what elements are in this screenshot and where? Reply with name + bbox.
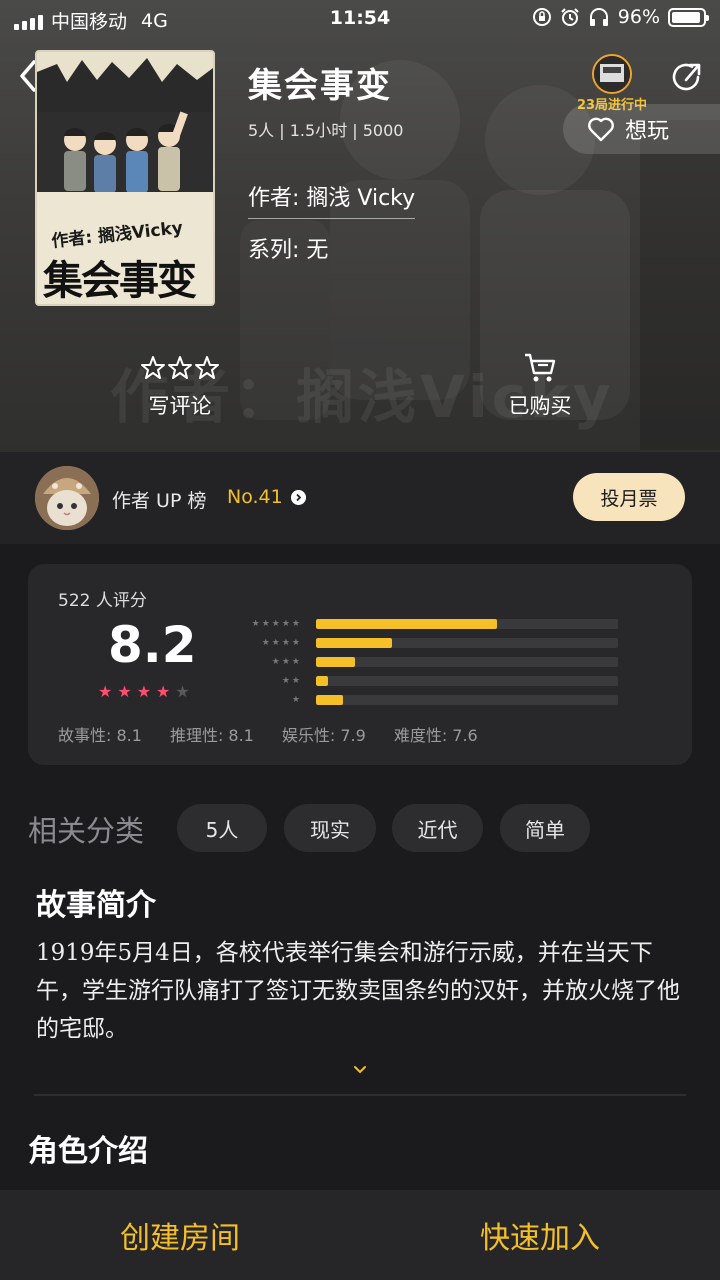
rating-bar-fill [316, 637, 392, 648]
category-tag[interactable]: 简单 [500, 804, 590, 852]
star-filled-icon: ★ [98, 682, 113, 701]
rating-bar-track [316, 618, 618, 629]
cart-icon [470, 352, 610, 384]
rating-bar-track [316, 656, 618, 667]
rating-bar-row: ★★★ [246, 652, 618, 671]
rating-bar-track [316, 675, 618, 686]
roles-title: 角色介绍 [28, 1134, 148, 1169]
rating-bar-track [316, 637, 618, 648]
star-filled-icon: ★ [156, 682, 171, 701]
write-review-label: 写评论 [148, 394, 212, 418]
rating-bar-stars: ★★ [281, 675, 302, 686]
rating-bar-fill [316, 618, 498, 629]
rating-count: 522 人评分 [58, 591, 147, 611]
star-rating-icon [110, 352, 250, 384]
up-ranking-number: No.41 [227, 486, 283, 508]
rating-bar-row: ★★★★ [246, 633, 618, 652]
rating-distribution: ★★★★★ ★★★★ ★★★ ★★ ★ [246, 614, 618, 709]
subscore-item: 故事性: 8.1 [58, 726, 142, 745]
subscore-item: 娱乐性: 7.9 [281, 726, 366, 745]
create-room-button[interactable]: 创建房间 [0, 1190, 360, 1280]
purchased-label: 已购买 [508, 394, 572, 418]
star-filled-icon: ★ [136, 682, 152, 701]
author-link[interactable]: 作者: 搁浅 Vicky [248, 180, 416, 219]
section-divider [34, 1094, 686, 1096]
alarm-icon [561, 8, 579, 26]
heart-icon [588, 117, 614, 142]
subscore-item: 难度性: 7.6 [393, 726, 478, 745]
quick-join-button[interactable]: 快速加入 [360, 1190, 720, 1280]
category-tag[interactable]: 近代 [392, 804, 483, 852]
live-avatar [592, 54, 632, 94]
rating-bar-stars: ★ [291, 694, 302, 705]
monthly-vote-button[interactable]: 投月票 [573, 473, 685, 521]
story-title: 故事简介 [36, 888, 156, 923]
series-label: 系列: 无 [248, 238, 329, 263]
star-empty-icon: ★ [175, 682, 190, 701]
game-meta: 5人 | 1.5小时 | 5000 [248, 121, 404, 140]
rating-bar-row: ★★ [246, 671, 618, 690]
write-review-button[interactable]: 写评论 [110, 352, 250, 420]
game-cover-image: 作者: 搁浅Vicky 集会事变 [35, 50, 215, 306]
status-bar: 中国移动 4G 11:54 96% [0, 0, 720, 38]
rating-card: 522 人评分 8.2 ★ ★ ★ ★ ★ ★★★★★ ★★★★ ★★★ ★★ ★ 故事性: 8… [28, 564, 692, 765]
subscore-item: 推理性: 8.1 [169, 726, 254, 745]
hero-header: 作者：搁浅Vicky 中国移动 4G 11:54 96% 作者: 搁浅Vicky… [0, 0, 720, 452]
category-tag[interactable]: 5人 [177, 804, 267, 852]
battery-icon [668, 7, 709, 27]
cover-title-text: 集会事变 [43, 258, 197, 304]
story-body: 1919年5月4日，各校代表举行集会和游行示威，并在当天下午，学生游行队痛打了签… [36, 940, 680, 1042]
up-ranking-label: 作者 UP 榜 [112, 490, 207, 512]
rating-stars: ★ ★ ★ ★ ★ [98, 682, 190, 701]
share-icon[interactable] [668, 58, 706, 96]
rating-bar-fill [316, 694, 344, 705]
expand-chevron-down-icon[interactable] [350, 1063, 370, 1077]
chevron-right-icon [291, 490, 306, 505]
rating-bar-stars: ★★★★ [261, 637, 302, 648]
star-filled-icon: ★ [117, 682, 132, 701]
game-title: 集会事变 [248, 66, 392, 106]
rating-bar-fill [316, 656, 356, 667]
purchased-button[interactable]: 已购买 [470, 352, 610, 420]
rating-bar-stars: ★★★ [271, 656, 302, 667]
rating-bar-row: ★ [246, 690, 618, 709]
rating-bar-stars: ★★★★★ [251, 618, 302, 629]
author-avatar[interactable] [35, 466, 99, 530]
rating-bar-row: ★★★★★ [246, 614, 618, 633]
want-to-play-button[interactable]: 想玩 [563, 104, 720, 154]
author-up-ranking-row[interactable]: 作者 UP 榜 No.41 投月票 [0, 452, 720, 544]
bottom-action-bar: 创建房间 快速加入 [0, 1190, 720, 1280]
want-to-play-label: 想玩 [625, 119, 670, 144]
categories-title: 相关分类 [28, 814, 145, 848]
rotation-lock-icon [532, 8, 551, 26]
rating-bar-fill [316, 675, 329, 686]
headphones-icon [589, 8, 608, 26]
rating-subscores: 故事性: 8.1 推理性: 8.1 娱乐性: 7.9 难度性: 7.6 [58, 722, 478, 746]
rating-bar-track [316, 694, 618, 705]
battery-percent: 96% [617, 6, 660, 28]
rating-score: 8.2 [108, 616, 197, 674]
category-tag[interactable]: 现实 [284, 804, 376, 852]
